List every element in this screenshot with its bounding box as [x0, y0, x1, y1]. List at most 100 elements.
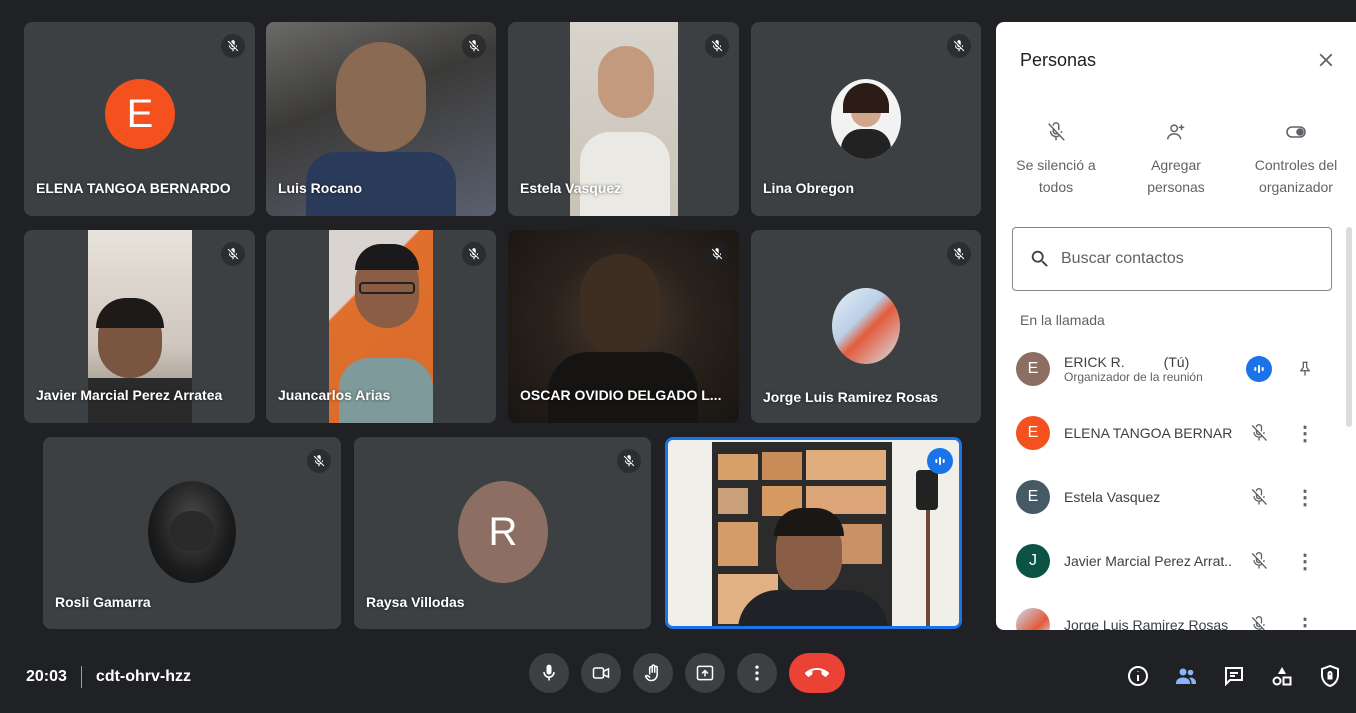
- mic-off-icon: [947, 34, 971, 58]
- person-name: Javier Marcial Perez Arrat...: [1064, 553, 1232, 569]
- add-people-button[interactable]: Agregar personas: [1116, 118, 1236, 198]
- avatar: [831, 79, 901, 159]
- participant-tile[interactable]: Jorge Luis Ramirez Rosas: [751, 230, 981, 423]
- mic-off-icon: [617, 449, 641, 473]
- host-controls-button[interactable]: Controles del organizador: [1236, 118, 1356, 198]
- microphone-button[interactable]: [529, 653, 569, 693]
- mic-icon: [543, 664, 555, 681]
- meeting-code: cdt-ohrv-hzz: [95, 668, 192, 685]
- search-input[interactable]: [1061, 250, 1311, 268]
- divider: [80, 666, 82, 688]
- hang-up-icon: [805, 668, 829, 677]
- participant-tile[interactable]: R Raysa Villodas: [354, 437, 651, 629]
- participant-name: ELENA TANGOA BERNARDO: [36, 180, 231, 196]
- participant-tile[interactable]: Rosli Gamarra: [43, 437, 341, 629]
- camera-button[interactable]: [581, 653, 621, 693]
- participant-tile[interactable]: Javier Marcial Perez Arratea: [24, 230, 255, 423]
- person-name: ERICK R.: [1064, 354, 1125, 370]
- meeting-info: 20:03 cdt-ohrv-hzz: [26, 666, 191, 688]
- more-options-button[interactable]: [737, 653, 777, 693]
- search-icon: [1031, 250, 1048, 267]
- add-people-label: Agregar personas: [1147, 157, 1205, 195]
- avatar: E: [105, 79, 175, 149]
- you-tag: (Tú): [1163, 354, 1190, 370]
- panel-title: Personas: [1020, 50, 1097, 70]
- mic-off-icon: [221, 242, 245, 266]
- participant-tile[interactable]: Lina Obregon: [751, 22, 981, 216]
- bottom-bar: 20:03 cdt-ohrv-hzz: [0, 640, 1356, 713]
- participant-name: Estela Vasquez: [520, 180, 622, 196]
- mic-off-icon: [1244, 423, 1274, 443]
- more-options-icon[interactable]: ⋮: [1290, 485, 1320, 510]
- participant-name: Rosli Gamarra: [55, 594, 151, 610]
- mute-all-button[interactable]: Se silenció a todos: [996, 118, 1116, 198]
- pin-icon[interactable]: [1290, 359, 1320, 379]
- present-screen-button[interactable]: [685, 653, 725, 693]
- mic-off-icon: [1244, 487, 1274, 507]
- security-icon[interactable]: [1318, 664, 1342, 688]
- mic-off-icon: [996, 118, 1116, 146]
- speaking-icon: [927, 448, 953, 474]
- list-item[interactable]: J Javier Marcial Perez Arrat... ⋮: [996, 530, 1346, 592]
- list-item[interactable]: E Estela Vasquez ⋮: [996, 466, 1346, 528]
- person-role: Organizador de la reunión: [1064, 370, 1203, 384]
- people-icon[interactable]: [1174, 664, 1198, 688]
- clock: 20:03: [26, 668, 67, 685]
- hand-icon: [644, 664, 658, 682]
- mic-off-icon: [947, 242, 971, 266]
- participant-tile[interactable]: Estela Vasquez: [508, 22, 739, 216]
- mic-off-icon: [1244, 615, 1274, 630]
- mic-off-icon: [221, 34, 245, 58]
- info-icon[interactable]: [1126, 664, 1150, 688]
- avatar: E: [1016, 352, 1050, 386]
- more-options-icon[interactable]: ⋮: [1290, 421, 1320, 446]
- participant-name: Raysa Villodas: [366, 594, 465, 610]
- self-video-tile[interactable]: [665, 437, 962, 629]
- list-item[interactable]: E ELENA TANGOA BERNAR... ⋮: [996, 402, 1346, 464]
- host-controls-label: Controles del organizador: [1254, 157, 1338, 195]
- chat-icon[interactable]: [1222, 664, 1246, 688]
- participant-tile[interactable]: E ELENA TANGOA BERNARDO: [24, 22, 255, 216]
- mute-all-label: Se silenció a todos: [1016, 157, 1096, 195]
- avatar: [832, 288, 900, 364]
- activities-icon[interactable]: [1270, 664, 1294, 688]
- speaking-icon: [1244, 356, 1274, 382]
- avatar: E: [1016, 480, 1050, 514]
- participant-name: Juancarlos Arias: [278, 387, 391, 403]
- list-item[interactable]: Jorge Luis Ramirez Rosas ⋮: [996, 594, 1346, 630]
- panel-actions: Se silenció a todos Agregar personas Con…: [996, 118, 1356, 198]
- participant-tile[interactable]: OSCAR OVIDIO DELGADO L...: [508, 230, 739, 423]
- close-icon[interactable]: [1312, 46, 1340, 74]
- more-options-icon[interactable]: ⋮: [1290, 613, 1320, 631]
- video-feed: [668, 440, 959, 626]
- list-item[interactable]: E ERICK R. (Tú) Organizador de la reunió…: [996, 338, 1346, 400]
- present-icon: [696, 665, 714, 681]
- more-options-icon[interactable]: ⋮: [1290, 549, 1320, 574]
- avatar: E: [1016, 416, 1050, 450]
- person-name: Estela Vasquez: [1064, 489, 1161, 505]
- toggle-icon: [1236, 118, 1356, 146]
- participant-name: Jorge Luis Ramirez Rosas: [763, 389, 939, 405]
- person-info: ERICK R. (Tú) Organizador de la reunión: [1064, 354, 1232, 384]
- participant-name: Lina Obregon: [763, 180, 854, 196]
- raise-hand-button[interactable]: [633, 653, 673, 693]
- person-name: Jorge Luis Ramirez Rosas: [1064, 617, 1229, 630]
- mic-off-icon: [705, 242, 729, 266]
- avatar: [148, 481, 236, 583]
- avatar: R: [458, 481, 548, 583]
- scrollbar[interactable]: [1346, 227, 1352, 427]
- person-add-icon: [1116, 118, 1236, 146]
- search-box[interactable]: [1012, 227, 1332, 291]
- camera-icon: [592, 667, 610, 679]
- mic-off-icon: [705, 34, 729, 58]
- section-label: En la llamada: [1020, 312, 1105, 328]
- participant-tile[interactable]: Juancarlos Arias: [266, 230, 496, 423]
- avatar: J: [1016, 544, 1050, 578]
- avatar: [1016, 608, 1050, 630]
- leave-call-button[interactable]: [789, 653, 845, 693]
- participant-name: OSCAR OVIDIO DELGADO L...: [520, 387, 722, 403]
- mic-off-icon: [462, 34, 486, 58]
- mic-off-icon: [307, 449, 331, 473]
- participant-tile[interactable]: Luis Rocano: [266, 22, 496, 216]
- people-panel: Personas Se silenció a todos Agregar per…: [996, 22, 1356, 630]
